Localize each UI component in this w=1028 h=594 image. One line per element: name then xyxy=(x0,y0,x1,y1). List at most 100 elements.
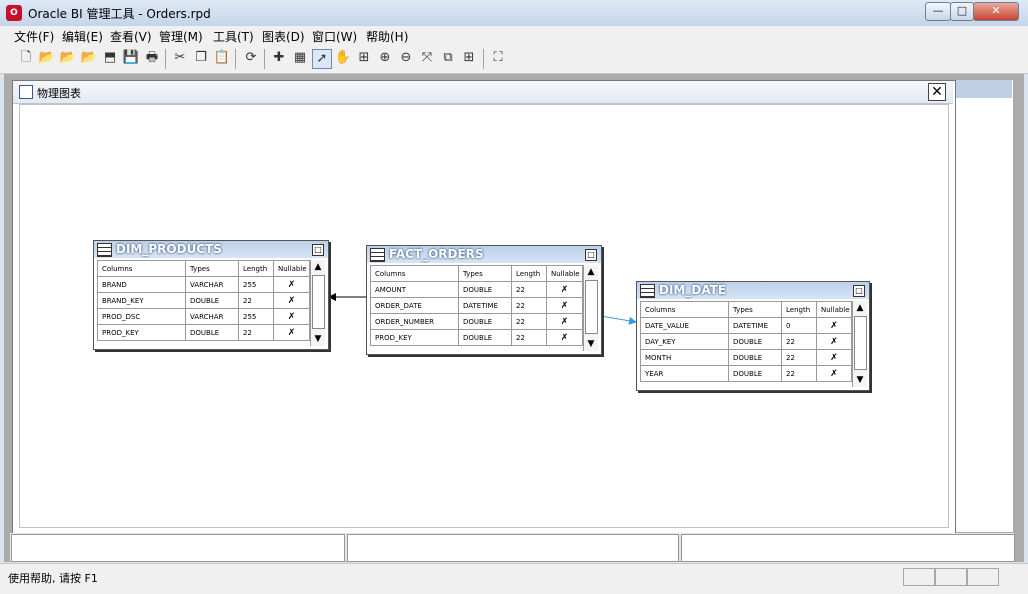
table-dim-date[interactable]: DIM_DATE □ Columns Types Length Nullable… xyxy=(636,281,870,391)
status-cell xyxy=(967,568,999,586)
table-row[interactable]: BRAND_KEY DOUBLE 22 ✗ xyxy=(97,292,310,309)
column-name: BRAND xyxy=(97,276,186,293)
column-type: DOUBLE xyxy=(728,333,782,350)
column-type: DOUBLE xyxy=(728,365,782,382)
column-header[interactable]: Types xyxy=(728,301,782,318)
nullable-icon: ✗ xyxy=(546,297,583,314)
table-scrollbar[interactable]: ▲ ▼ xyxy=(852,301,867,387)
join-fact-to-date[interactable] xyxy=(600,315,637,325)
nullable-icon: ✗ xyxy=(273,324,310,341)
column-header[interactable]: Nullable xyxy=(273,260,310,277)
column-length: 255 xyxy=(238,276,274,293)
scroll-thumb[interactable] xyxy=(312,275,325,329)
status-cell xyxy=(903,568,935,586)
table-icon xyxy=(97,243,112,257)
column-type: DOUBLE xyxy=(185,292,239,309)
column-name: DATE_VALUE xyxy=(640,317,729,334)
nullable-icon: ✗ xyxy=(273,292,310,309)
bottom-pane-left[interactable] xyxy=(11,534,345,562)
column-name: PROD_KEY xyxy=(97,324,186,341)
column-type: DATETIME xyxy=(728,317,782,334)
nullable-icon: ✗ xyxy=(816,365,852,382)
nullable-icon: ✗ xyxy=(273,276,310,293)
column-name: PROD_DSC xyxy=(97,308,186,325)
column-header[interactable]: Types xyxy=(185,260,239,277)
table-header: FACT_ORDERS □ xyxy=(367,246,601,263)
grid-header-row: Columns Types Length Nullable xyxy=(97,260,310,277)
table-row[interactable]: PROD_KEY DOUBLE 22 ✗ xyxy=(97,324,310,341)
column-name: AMOUNT xyxy=(370,281,459,298)
scroll-down-arrow-icon[interactable]: ▼ xyxy=(311,332,325,346)
column-length: 22 xyxy=(511,313,547,330)
scroll-up-arrow-icon[interactable]: ▲ xyxy=(584,265,598,279)
table-row[interactable]: PROD_KEY DOUBLE 22 ✗ xyxy=(370,329,583,346)
column-type: VARCHAR xyxy=(185,276,239,293)
column-length: 22 xyxy=(781,333,817,350)
column-length: 22 xyxy=(781,349,817,366)
column-length: 22 xyxy=(238,292,274,309)
column-grid: Columns Types Length Nullable AMOUNT DOUB… xyxy=(370,265,583,346)
scroll-up-arrow-icon[interactable]: ▲ xyxy=(311,260,325,274)
table-row[interactable]: YEAR DOUBLE 22 ✗ xyxy=(640,365,852,382)
scroll-down-arrow-icon[interactable]: ▼ xyxy=(584,337,598,351)
table-scrollbar[interactable]: ▲ ▼ xyxy=(583,265,598,351)
table-name: DIM_PRODUCTS xyxy=(116,242,222,256)
status-text: 使用帮助, 请按 F1 xyxy=(8,572,98,585)
status-bar: 使用帮助, 请按 F1 xyxy=(0,563,1028,594)
table-row[interactable]: DATE_VALUE DATETIME 0 ✗ xyxy=(640,317,852,334)
column-name: ORDER_NUMBER xyxy=(370,313,459,330)
scroll-thumb[interactable] xyxy=(854,316,867,370)
grid-header-row: Columns Types Length Nullable xyxy=(370,265,583,282)
table-dim-products[interactable]: DIM_PRODUCTS □ Columns Types Length Null… xyxy=(93,240,329,350)
restore-table-icon[interactable]: □ xyxy=(585,249,597,261)
table-row[interactable]: ORDER_NUMBER DOUBLE 22 ✗ xyxy=(370,313,583,330)
table-row[interactable]: BRAND VARCHAR 255 ✗ xyxy=(97,276,310,293)
table-header: DIM_DATE □ xyxy=(637,282,869,299)
nullable-icon: ✗ xyxy=(816,333,852,350)
column-length: 0 xyxy=(781,317,817,334)
table-row[interactable]: AMOUNT DOUBLE 22 ✗ xyxy=(370,281,583,298)
column-length: 22 xyxy=(511,297,547,314)
column-type: DOUBLE xyxy=(458,313,512,330)
column-header[interactable]: Nullable xyxy=(816,301,852,318)
column-header[interactable]: Length xyxy=(511,265,547,282)
restore-table-icon[interactable]: □ xyxy=(312,244,324,256)
table-name: FACT_ORDERS xyxy=(389,247,484,261)
table-row[interactable]: MONTH DOUBLE 22 ✗ xyxy=(640,349,852,366)
grid-header-row: Columns Types Length Nullable xyxy=(640,301,852,318)
table-row[interactable]: ORDER_DATE DATETIME 22 ✗ xyxy=(370,297,583,314)
table-header: DIM_PRODUCTS □ xyxy=(94,241,328,258)
column-type: DOUBLE xyxy=(185,324,239,341)
table-row[interactable]: DAY_KEY DOUBLE 22 ✗ xyxy=(640,333,852,350)
bottom-pane-right[interactable] xyxy=(681,534,1015,562)
nullable-icon: ✗ xyxy=(546,329,583,346)
column-header[interactable]: Columns xyxy=(640,301,729,318)
column-length: 22 xyxy=(238,324,274,341)
column-length: 22 xyxy=(511,329,547,346)
column-type: VARCHAR xyxy=(185,308,239,325)
column-type: DATETIME xyxy=(458,297,512,314)
bottom-pane-middle[interactable] xyxy=(347,534,679,562)
column-header[interactable]: Columns xyxy=(370,265,459,282)
column-length: 22 xyxy=(781,365,817,382)
column-header[interactable]: Length xyxy=(781,301,817,318)
scroll-up-arrow-icon[interactable]: ▲ xyxy=(853,301,867,315)
column-header[interactable]: Nullable xyxy=(546,265,583,282)
column-header[interactable]: Columns xyxy=(97,260,186,277)
table-row[interactable]: PROD_DSC VARCHAR 255 ✗ xyxy=(97,308,310,325)
scroll-down-arrow-icon[interactable]: ▼ xyxy=(853,373,867,387)
column-name: MONTH xyxy=(640,349,729,366)
nullable-icon: ✗ xyxy=(273,308,310,325)
column-name: DAY_KEY xyxy=(640,333,729,350)
table-icon xyxy=(370,248,385,262)
scroll-thumb[interactable] xyxy=(585,280,598,334)
table-fact-orders[interactable]: FACT_ORDERS □ Columns Types Length Nulla… xyxy=(366,245,602,355)
restore-table-icon[interactable]: □ xyxy=(853,285,865,297)
column-header[interactable]: Types xyxy=(458,265,512,282)
column-grid: Columns Types Length Nullable DATE_VALUE… xyxy=(640,301,852,382)
column-length: 22 xyxy=(511,281,547,298)
column-type: DOUBLE xyxy=(458,329,512,346)
nullable-icon: ✗ xyxy=(546,313,583,330)
column-header[interactable]: Length xyxy=(238,260,274,277)
table-scrollbar[interactable]: ▲ ▼ xyxy=(310,260,325,346)
